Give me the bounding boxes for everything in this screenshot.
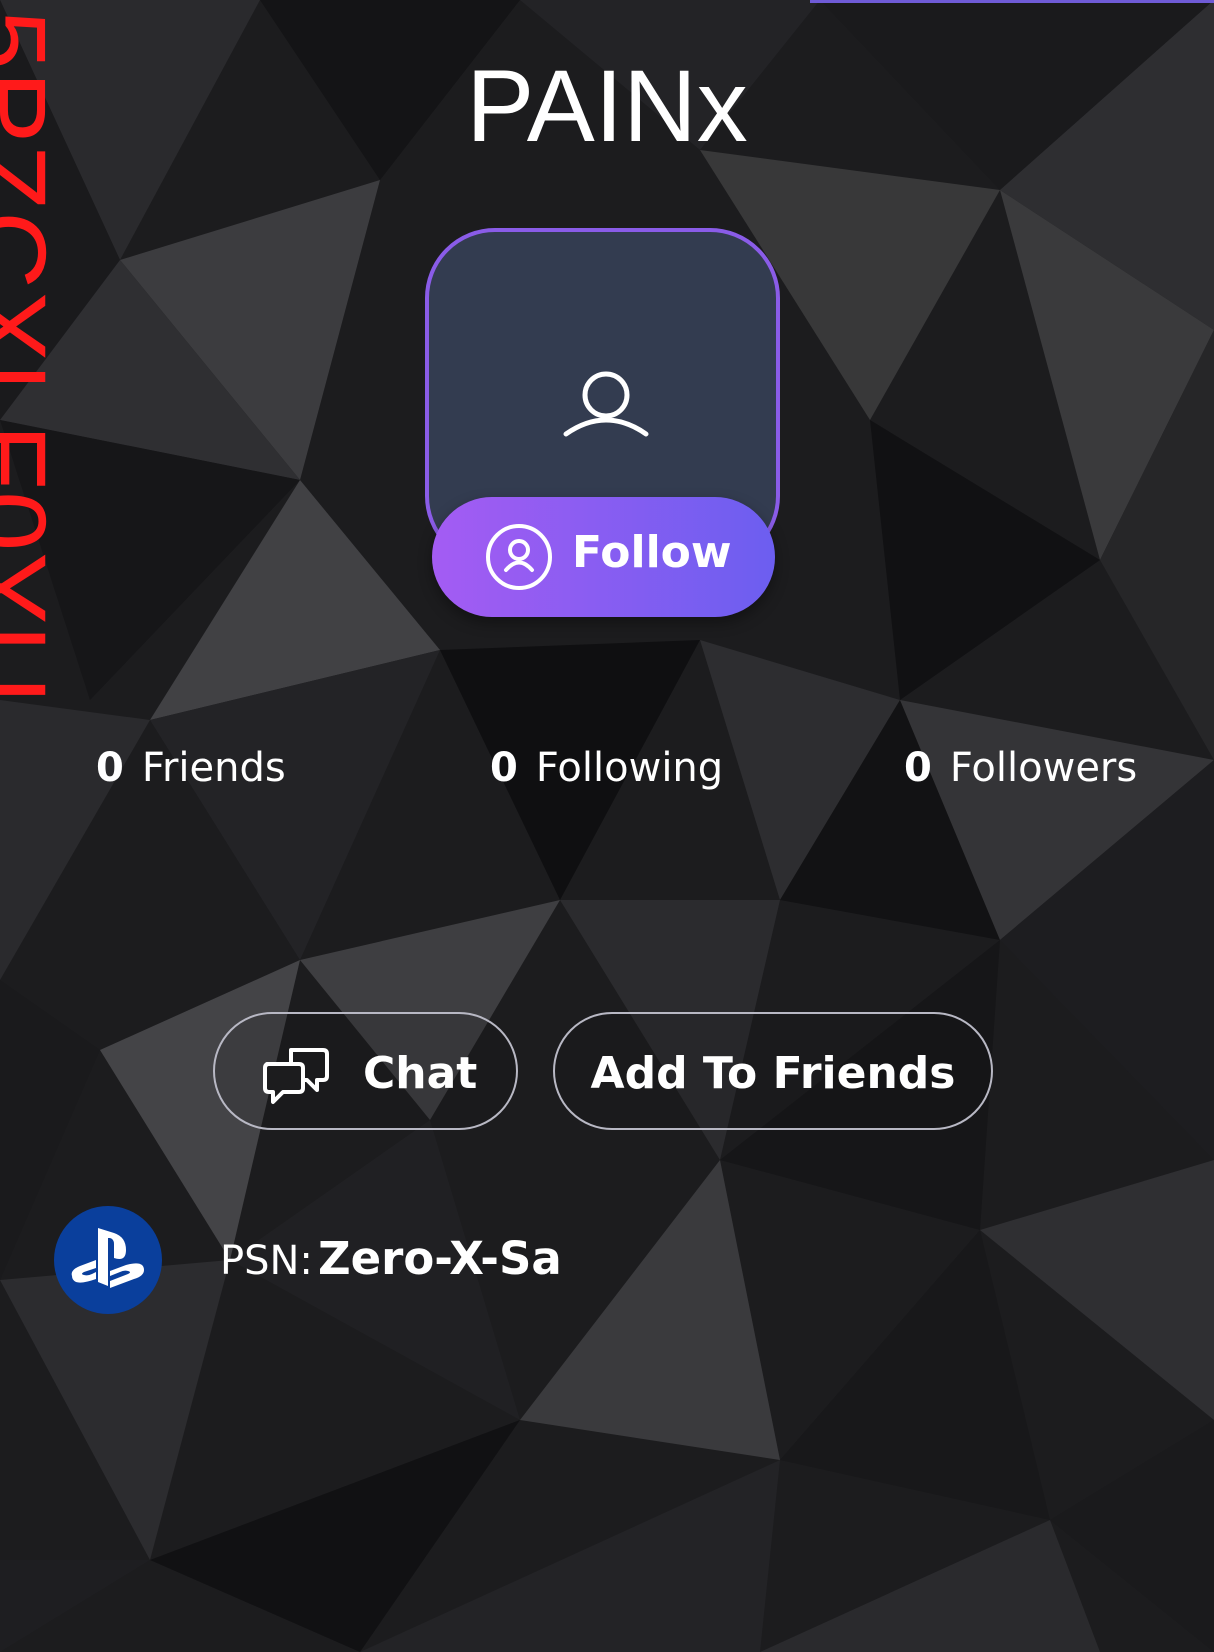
- psn-account: PSN: Zero-X-Sa: [220, 1232, 562, 1285]
- watermark: 5PZCXLF0YU: [0, 10, 69, 705]
- follow-button[interactable]: Follow: [432, 497, 775, 617]
- stat-friends[interactable]: 0 Friends: [96, 745, 286, 791]
- friends-label: Friends: [141, 745, 286, 791]
- following-count: 0: [490, 745, 518, 791]
- friends-count: 0: [96, 745, 124, 791]
- stat-followers[interactable]: 0 Followers: [904, 745, 1137, 791]
- add-to-friends-label: Add To Friends: [590, 1048, 956, 1099]
- chat-button[interactable]: Chat: [213, 1012, 518, 1130]
- add-to-friends-button[interactable]: Add To Friends: [553, 1012, 993, 1130]
- psn-id: Zero-X-Sa: [318, 1232, 562, 1285]
- chat-bubbles-icon: [263, 1048, 329, 1104]
- user-icon: [563, 371, 649, 437]
- follow-label: Follow: [572, 527, 732, 578]
- followers-label: Followers: [949, 745, 1138, 791]
- playstation-icon: [54, 1206, 162, 1314]
- chat-label: Chat: [363, 1048, 478, 1099]
- user-circle-icon: [486, 524, 552, 590]
- followers-count: 0: [904, 745, 932, 791]
- profile-username: PAINx: [466, 49, 748, 163]
- following-label: Following: [535, 745, 724, 791]
- stat-following[interactable]: 0 Following: [490, 745, 723, 791]
- psn-label: PSN:: [220, 1238, 313, 1284]
- top-accent-line: [810, 0, 1214, 3]
